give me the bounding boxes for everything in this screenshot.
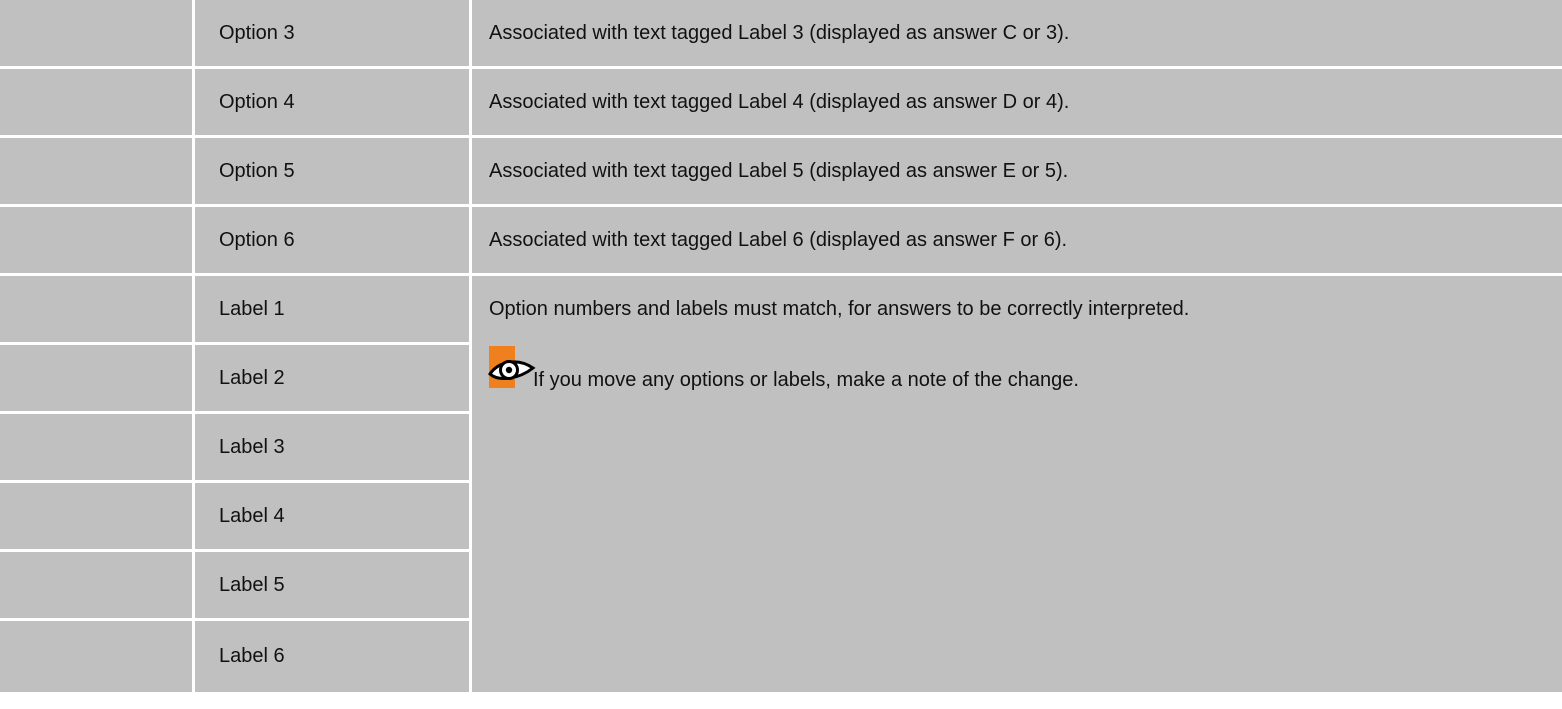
label-name-cell: Label 3	[195, 414, 469, 480]
label-name-cell: Label 5	[195, 552, 469, 618]
option-name-cell: Option 4	[195, 69, 469, 135]
label-name-cell: Label 2	[195, 345, 469, 411]
option-description: Associated with text tagged Label 5 (dis…	[489, 159, 1069, 182]
option-description: Associated with text tagged Label 3 (dis…	[489, 21, 1070, 44]
reference-table: Option 3 Associated with text tagged Lab…	[0, 0, 1562, 709]
option-name-cell: Option 6	[195, 207, 469, 273]
note-match-requirement: Option numbers and labels must match, fo…	[489, 298, 1190, 320]
label-name: Label 1	[219, 297, 285, 320]
option-name: Option 5	[219, 159, 295, 182]
option-name: Option 4	[219, 90, 295, 113]
label-name: Label 3	[219, 435, 285, 458]
option-name: Option 3	[219, 21, 295, 44]
label-name: Label 5	[219, 573, 285, 596]
label-name: Label 2	[219, 366, 285, 389]
note-move-warning: If you move any options or labels, make …	[533, 369, 1079, 391]
label-name-cell: Label 6	[195, 621, 469, 692]
row-blank-cell	[0, 483, 192, 549]
option-name: Option 6	[219, 228, 295, 251]
option-name-cell: Option 3	[195, 0, 469, 66]
row-blank-cell	[0, 69, 192, 135]
row-blank-cell	[0, 345, 192, 411]
label-name-cell: Label 4	[195, 483, 469, 549]
row-blank-cell	[0, 621, 192, 692]
label-name-cell: Label 1	[195, 276, 469, 342]
option-description-cell: Associated with text tagged Label 3 (dis…	[472, 0, 1562, 66]
eye-icon	[488, 346, 536, 388]
row-blank-cell	[0, 207, 192, 273]
row-blank-cell	[0, 276, 192, 342]
row-blank-cell	[0, 414, 192, 480]
option-name-cell: Option 5	[195, 138, 469, 204]
option-description: Associated with text tagged Label 6 (dis…	[489, 228, 1068, 251]
note-move-warning-row: If you move any options or labels, make …	[488, 346, 1079, 391]
label-name: Label 4	[219, 504, 285, 527]
row-blank-cell	[0, 552, 192, 618]
label-name: Label 6	[219, 645, 285, 667]
option-description-cell: Associated with text tagged Label 5 (dis…	[472, 138, 1562, 204]
option-description-cell: Associated with text tagged Label 6 (dis…	[472, 207, 1562, 273]
notes-cell: Option numbers and labels must match, fo…	[472, 276, 1562, 692]
row-blank-cell	[0, 138, 192, 204]
option-description: Associated with text tagged Label 4 (dis…	[489, 90, 1070, 113]
option-description-cell: Associated with text tagged Label 4 (dis…	[472, 69, 1562, 135]
row-blank-cell	[0, 0, 192, 66]
